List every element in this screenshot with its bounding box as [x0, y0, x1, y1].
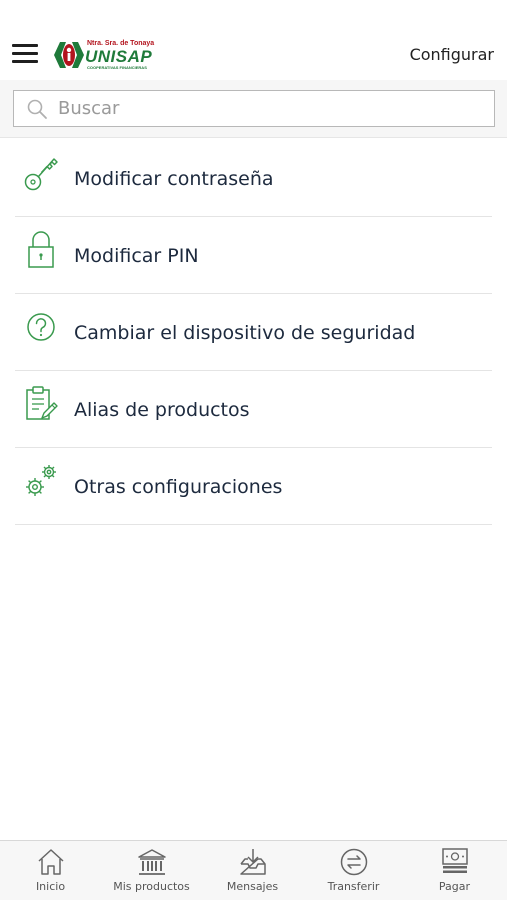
home-icon	[38, 849, 64, 875]
app-header: Ntra. Sra. de Tonaya UNISAP COOPERATIVAS…	[0, 0, 507, 80]
settings-item-alias-productos[interactable]: Alias de productos	[15, 371, 492, 448]
nav-label: Transferir	[327, 880, 380, 893]
bottom-nav: Inicio Mis productos Mensajes Transferir…	[0, 840, 507, 900]
nav-label: Mensajes	[226, 880, 279, 893]
settings-list: Modificar contraseña Modificar PIN Cambi…	[0, 140, 507, 525]
nav-item-mensajes[interactable]: Mensajes	[202, 841, 303, 900]
search-box[interactable]	[13, 90, 495, 127]
gears-icon	[26, 465, 56, 496]
nav-label: Pagar	[438, 880, 471, 893]
nav-label: Mis productos	[113, 880, 190, 893]
unisap-logo: Ntra. Sra. de Tonaya UNISAP COOPERATIVAS…	[52, 38, 164, 72]
nav-label: Inicio	[35, 880, 66, 893]
key-icon	[24, 158, 58, 191]
lock-icon	[28, 231, 54, 268]
settings-item-modificar-pin[interactable]: Modificar PIN	[15, 217, 492, 294]
search-bar	[0, 80, 507, 138]
logo-emblem-icon	[54, 42, 84, 68]
settings-item-modificar-contrasena[interactable]: Modificar contraseña	[15, 140, 492, 217]
search-icon	[27, 99, 47, 119]
logo-name: UNISAP	[85, 47, 153, 66]
settings-item-label: Modificar contraseña	[74, 168, 274, 190]
settings-item-label: Modificar PIN	[74, 245, 199, 267]
settings-item-cambiar-dispositivo[interactable]: Cambiar el dispositivo de seguridad	[15, 294, 492, 371]
menu-icon[interactable]	[12, 42, 38, 64]
nav-item-transferir[interactable]: Transferir	[303, 841, 404, 900]
settings-item-label: Alias de productos	[74, 399, 250, 421]
payment-icon	[442, 848, 468, 873]
nav-item-mis-productos[interactable]: Mis productos	[101, 841, 202, 900]
settings-item-label: Cambiar el dispositivo de seguridad	[74, 322, 416, 344]
inbox-icon	[240, 849, 266, 875]
logo-tagline-top: Ntra. Sra. de Tonaya	[87, 40, 155, 47]
logo-tagline-bottom: COOPERATIVAS FINANCIERAS	[87, 65, 147, 70]
question-circle-icon	[27, 313, 55, 341]
settings-item-otras-configuraciones[interactable]: Otras configuraciones	[15, 448, 492, 525]
transfer-icon	[340, 848, 368, 876]
settings-item-label: Otras configuraciones	[74, 476, 283, 498]
nav-item-inicio[interactable]: Inicio	[0, 841, 101, 900]
page-title: Configurar	[409, 45, 494, 64]
bank-icon	[138, 849, 166, 875]
search-input[interactable]	[58, 93, 478, 124]
nav-item-pagar[interactable]: Pagar	[404, 841, 505, 900]
clipboard-edit-icon	[26, 386, 58, 420]
